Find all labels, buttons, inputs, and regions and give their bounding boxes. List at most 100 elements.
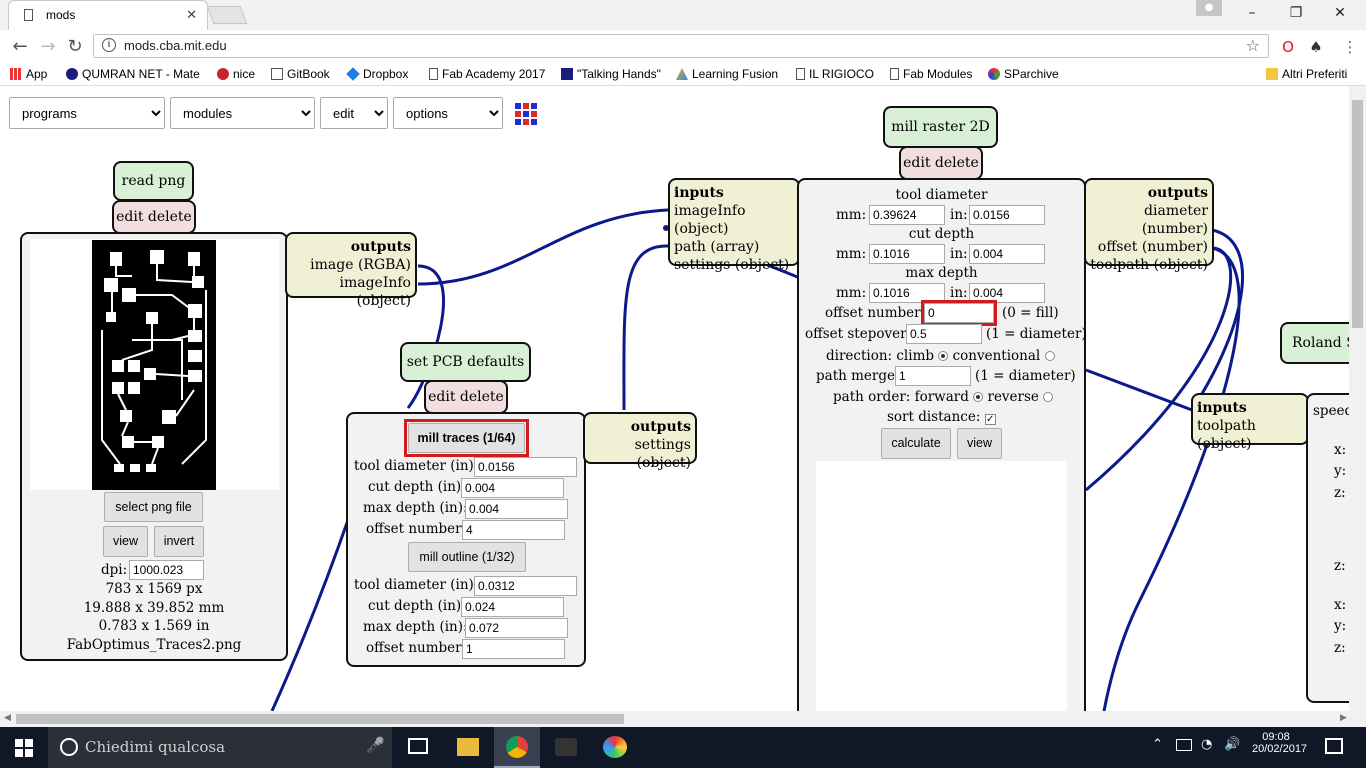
read-png-title[interactable]: read png [113, 161, 194, 201]
taskbar-search[interactable]: Chiedimi qualcosa 🎤 [48, 727, 392, 768]
mill-raster-title[interactable]: mill raster 2D [883, 106, 998, 148]
outline-max-depth-label: max depth (in): [363, 619, 468, 635]
cut-mm-input[interactable] [869, 244, 945, 264]
mill-outline-button[interactable]: mill outline (1/32) [408, 542, 526, 572]
inputs-title: inputs [1197, 400, 1247, 416]
outline-max-depth-input[interactable] [465, 618, 568, 638]
offset-stepover-hint: (1 = diameter) [986, 326, 1087, 342]
modules-select[interactable]: modules [170, 97, 315, 129]
traces-cut-depth-label: cut depth (in): [368, 479, 466, 495]
battery-icon[interactable] [1176, 739, 1192, 751]
file-explorer-icon[interactable] [457, 738, 479, 756]
offset-stepover-label: offset stepover: [805, 326, 912, 342]
roland-z3-label: z: [1334, 640, 1346, 656]
vertical-scroll-thumb[interactable] [1352, 100, 1363, 328]
forward-radio[interactable] [973, 392, 984, 402]
notifications-icon[interactable] [1325, 738, 1343, 754]
input-toolpath[interactable]: toolpath (object) [1197, 418, 1256, 452]
windows-start-icon[interactable] [15, 739, 33, 757]
offset-stepover-input[interactable] [906, 324, 982, 344]
traces-offset-number-input[interactable] [462, 520, 565, 540]
outputs-title: outputs [350, 239, 411, 255]
horizontal-scroll-thumb[interactable] [16, 714, 624, 724]
traces-cut-depth-input[interactable] [461, 478, 564, 498]
output-toolpath[interactable]: toolpath (object) [1090, 257, 1208, 273]
output-image[interactable]: image (RGBA) [310, 257, 411, 273]
edit-select[interactable]: edit [320, 97, 388, 129]
roland-y2-label: y: [1334, 618, 1347, 634]
input-settings[interactable]: settings (object) [674, 257, 789, 273]
cut-in-input[interactable] [969, 244, 1045, 264]
mods-grid-icon[interactable] [515, 103, 537, 125]
mill-raster-inputs: inputs imageInfo (object) path (array) s… [668, 178, 800, 273]
input-path[interactable]: path (array) [674, 239, 759, 255]
sort-distance-label: sort distance: ✓ [887, 409, 996, 425]
tool-in-input[interactable] [969, 205, 1045, 225]
outline-offset-number-label: offset number: [366, 640, 467, 656]
max-in-label: in: [950, 285, 968, 301]
app-icon[interactable] [555, 738, 577, 756]
roland-inputs: inputs toolpath (object) [1191, 393, 1309, 452]
paint-icon[interactable] [603, 736, 627, 758]
read-png-edit-delete[interactable]: edit delete [112, 200, 196, 234]
clock-time: 09:08 [1262, 731, 1290, 743]
max-depth-title: max depth [905, 265, 978, 281]
sort-distance-checkbox[interactable]: ✓ [984, 414, 996, 425]
outputs-title: outputs [630, 419, 691, 435]
output-diameter[interactable]: diameter (number) [1142, 203, 1208, 237]
cut-depth-title: cut depth [908, 226, 975, 242]
traces-max-depth-input[interactable] [465, 499, 568, 519]
select-png-file-button[interactable]: select png file [104, 492, 203, 522]
scroll-left-arrow-icon[interactable]: ◀ [4, 713, 11, 723]
output-offset[interactable]: offset (number) [1098, 239, 1208, 255]
options-select[interactable]: options [393, 97, 503, 129]
outline-offset-number-input[interactable] [462, 639, 565, 659]
outline-tool-diameter-input[interactable] [474, 576, 577, 596]
tray-chevron-icon[interactable]: ⌃ [1152, 737, 1163, 752]
climb-radio[interactable] [938, 351, 949, 361]
clock[interactable]: 09:08 20/02/2017 [1252, 731, 1308, 755]
tool-in-label: in: [950, 207, 968, 223]
pcb-defaults-title[interactable]: set PCB defaults [400, 342, 531, 382]
outline-tool-diameter-label: tool diameter (in): [354, 577, 479, 593]
dpi-label: dpi: [101, 562, 128, 578]
traces-tool-diameter-input[interactable] [474, 457, 577, 477]
programs-select[interactable]: programs [9, 97, 165, 129]
outline-cut-depth-label: cut depth (in): [368, 598, 466, 614]
input-imageinfo[interactable]: imageInfo (object) [674, 203, 746, 237]
path-merge-label: path merge: [816, 368, 900, 384]
roland-x2-label: x: [1334, 597, 1347, 613]
tool-mm-input[interactable] [869, 205, 945, 225]
dpi-input[interactable] [129, 560, 204, 580]
microphone-icon[interactable]: 🎤 [366, 736, 385, 754]
clock-date: 20/02/2017 [1252, 743, 1308, 755]
png-filename: FabOptimus_Traces2.png [66, 637, 242, 653]
volume-icon[interactable]: 🔊 [1224, 737, 1240, 752]
pcb-preview-image [92, 240, 216, 490]
offset-number-label: offset number: [825, 305, 926, 321]
highlight-mill-traces [404, 419, 529, 457]
mill-raster-edit-delete[interactable]: edit delete [899, 146, 983, 180]
chrome-taskbar-button[interactable] [494, 727, 540, 768]
roland-x-label: x: [1334, 442, 1347, 458]
calculate-button[interactable]: calculate [881, 428, 951, 459]
search-placeholder: Chiedimi qualcosa [85, 738, 226, 756]
path-merge-hint: (1 = diameter) [975, 368, 1076, 384]
output-settings[interactable]: settings (object) [635, 437, 691, 471]
view-toolpath-button[interactable]: view [957, 428, 1002, 459]
task-view-icon[interactable] [408, 738, 428, 754]
outline-cut-depth-input[interactable] [461, 597, 564, 617]
wire-toolpath-1 [1085, 246, 1233, 492]
scroll-right-arrow-icon[interactable]: ▶ [1340, 713, 1347, 723]
conventional-radio[interactable] [1044, 351, 1055, 361]
view-button[interactable]: view [103, 526, 148, 557]
wifi-icon[interactable]: ◔ [1201, 737, 1212, 752]
read-png-outputs: outputs image (RGBA) imageInfo (object) [285, 232, 417, 309]
wire-roland [1085, 368, 1193, 412]
offset-number-hint: (0 = fill) [1002, 305, 1059, 321]
reverse-radio[interactable] [1043, 392, 1054, 402]
roland-title[interactable]: Roland S [1280, 322, 1360, 364]
path-merge-input[interactable] [895, 366, 971, 386]
invert-button[interactable]: invert [154, 526, 204, 557]
pcb-defaults-edit-delete[interactable]: edit delete [424, 380, 508, 414]
